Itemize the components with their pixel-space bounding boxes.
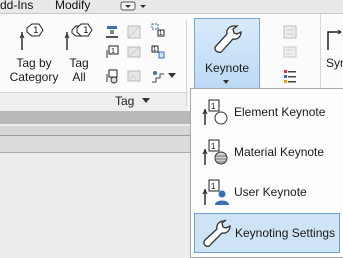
tag-all-button[interactable]: Tag All	[62, 56, 96, 84]
menu-item-element-keynote[interactable]: 1 Element Keynote	[194, 93, 338, 131]
svg-text:1: 1	[211, 102, 216, 111]
color-fill-legend-icon	[283, 46, 297, 58]
symbol-icon[interactable]	[326, 28, 343, 52]
material-keynote-label: Material Keynote	[234, 145, 325, 159]
tag-panel-title[interactable]: Tag	[115, 94, 134, 108]
view-tab-strip	[0, 126, 190, 136]
legend-icon	[283, 25, 297, 39]
material-keynote-icon: 1	[202, 139, 228, 165]
svg-text:1: 1	[83, 26, 89, 36]
keynote-label: Keynote	[204, 61, 250, 75]
wrench-icon	[203, 219, 231, 248]
element-keynote-icon: 1	[202, 99, 228, 125]
panel-expand-icon[interactable]	[142, 98, 150, 103]
tag-by-category-button[interactable]: Tag by Category	[8, 56, 60, 84]
menu-item-user-keynote[interactable]: 1 User Keynote	[194, 173, 338, 211]
tab-addins[interactable]: dd-Ins	[0, 0, 33, 12]
user-keynote-label: User Keynote	[234, 185, 307, 199]
element-keynote-label: Element Keynote	[234, 105, 326, 119]
tag-all-icon[interactable]: 1	[63, 22, 97, 52]
tag-all-label-2: All	[72, 70, 86, 84]
tag-all-label-1: Tag	[69, 56, 89, 70]
more-tags-caret-icon[interactable]	[168, 73, 176, 79]
room-tag-icon	[127, 25, 141, 39]
keynoting-settings-label: Keynoting Settings	[235, 226, 336, 240]
svg-text:1: 1	[211, 142, 216, 151]
svg-text:1: 1	[211, 182, 216, 191]
tab-overflow-menu-icon[interactable]	[120, 1, 148, 11]
view-reference-icon	[127, 46, 141, 58]
menu-item-material-keynote[interactable]: 1 Material Keynote	[194, 133, 338, 171]
beam-annotation-icon[interactable]	[104, 24, 120, 40]
svg-text:1: 1	[111, 48, 115, 55]
tag-by-category-icon[interactable]: 1	[18, 22, 46, 52]
svg-text:1: 1	[33, 26, 39, 36]
menu-item-keynoting-settings[interactable]: Keynoting Settings	[194, 213, 340, 253]
area-tag-icon[interactable]: 1	[150, 22, 166, 38]
tab-modify[interactable]: Modify	[55, 0, 90, 12]
panel-separator-right	[320, 14, 321, 92]
tag-by-category-label-2: Category	[9, 70, 59, 84]
tag-by-category-label-1: Tag by	[16, 56, 52, 70]
schedule-list-icon[interactable]	[282, 68, 298, 84]
keynote-dropdown-menu: 1 Element Keynote 1 Material Keynote 1 U…	[190, 88, 343, 258]
wrench-icon	[214, 25, 242, 54]
user-keynote-icon: 1	[202, 179, 229, 205]
multi-category-tag-icon[interactable]: 1	[104, 44, 120, 60]
stair-path-tag-icon[interactable]	[150, 68, 166, 84]
material-tag-icon[interactable]	[104, 68, 120, 84]
keynote-dropdown-caret-icon[interactable]	[223, 80, 229, 84]
panel-separator	[186, 20, 187, 106]
view-title-bar	[0, 136, 190, 153]
ribbon-tab-bar: dd-Ins Modify	[0, 0, 343, 14]
panel-title-bar	[0, 92, 188, 111]
space-tag-icon[interactable]: 1	[150, 44, 166, 60]
stair-tag-icon	[127, 70, 141, 82]
options-bar	[0, 111, 190, 124]
symbol-button-label[interactable]: Syn	[326, 56, 343, 70]
keynote-button[interactable]: Keynote	[194, 18, 260, 90]
